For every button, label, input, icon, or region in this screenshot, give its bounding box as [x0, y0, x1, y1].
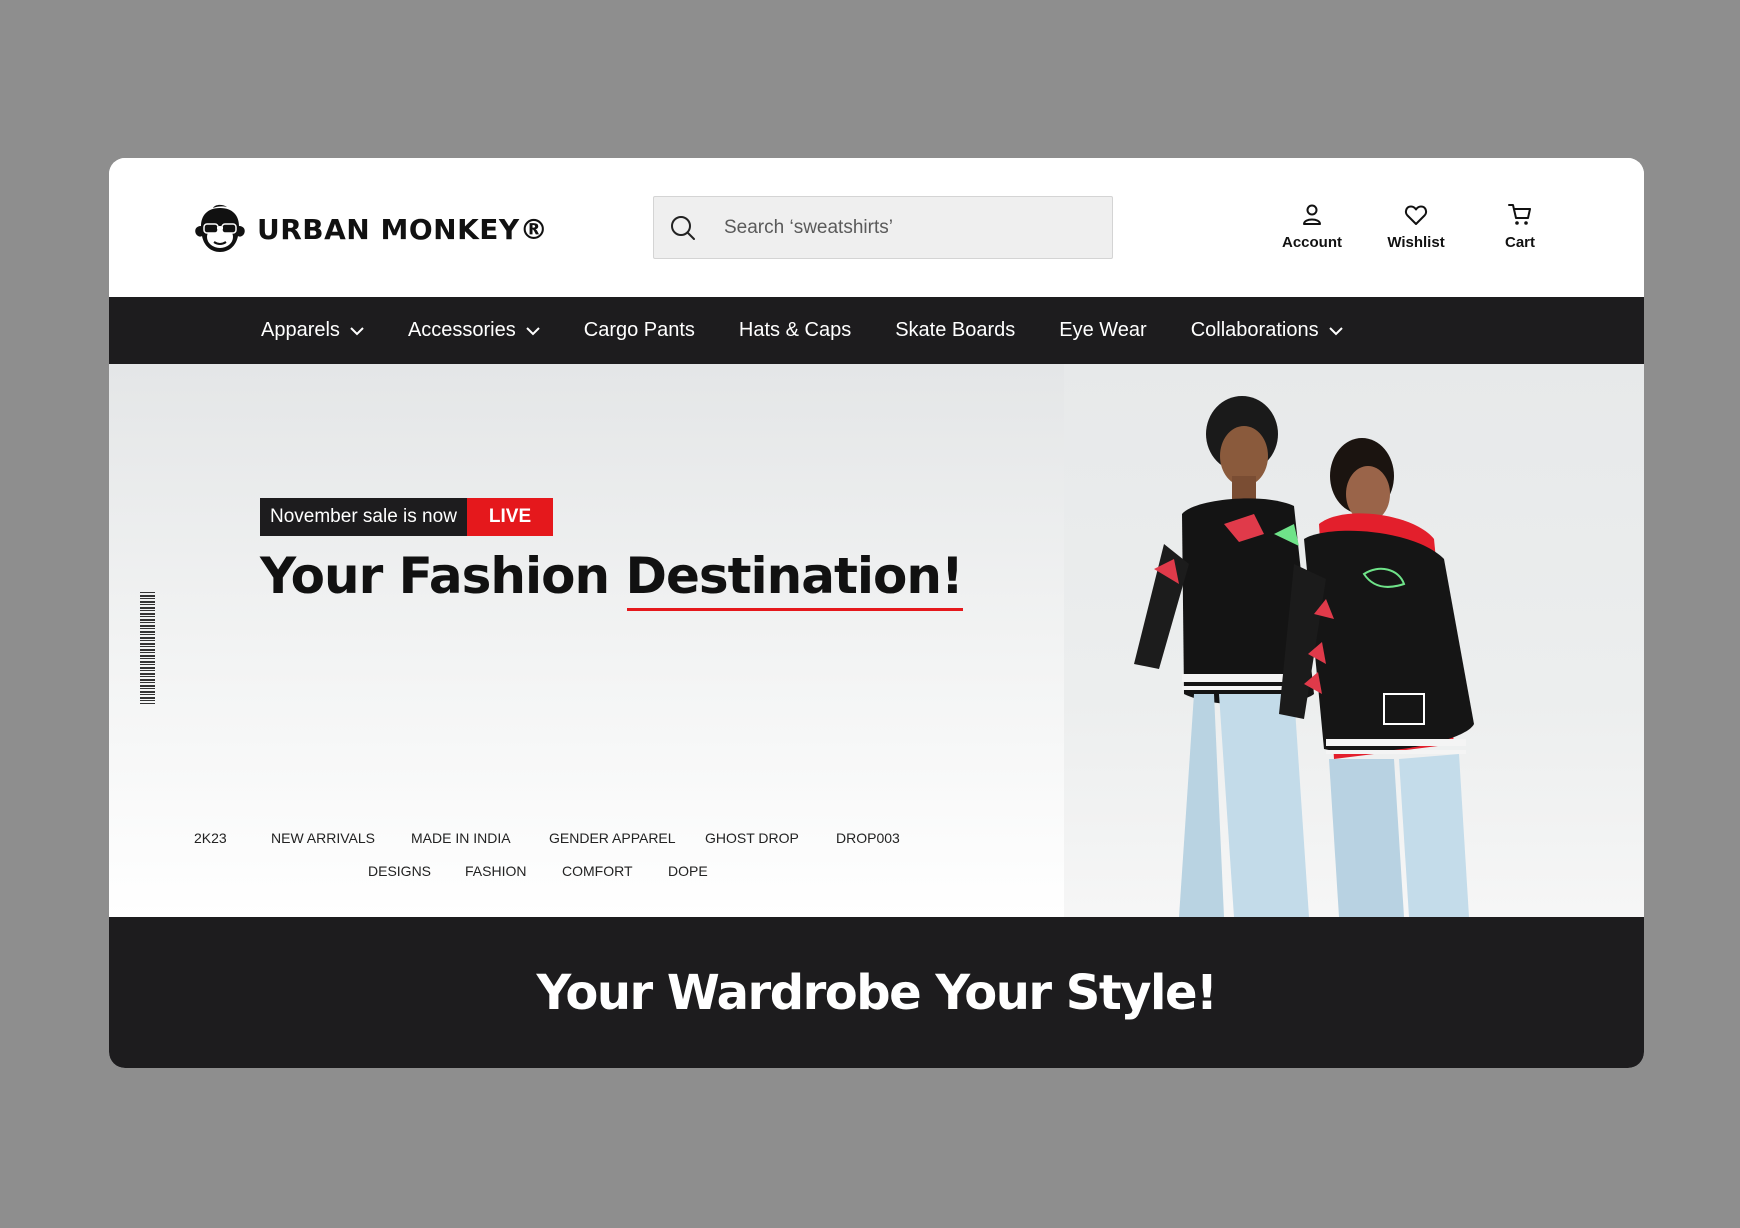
wishlist-label: Wishlist [1387, 234, 1445, 251]
nav-item-hats-caps[interactable]: Hats & Caps [739, 319, 851, 342]
hero-title: Your Fashion Destination! [260, 547, 964, 611]
brand-logo[interactable]: URBAN MONKEY® [193, 204, 548, 254]
nav-item-accessories[interactable]: Accessories [408, 319, 540, 342]
nav-item-eye-wear[interactable]: Eye Wear [1059, 319, 1146, 342]
hero-banner: November sale is now LIVE Your Fashion D… [109, 364, 1644, 917]
brand-name: URBAN MONKEY® [257, 212, 549, 246]
nav-item-apparels[interactable]: Apparels [261, 319, 364, 342]
chevron-down-icon [526, 326, 540, 335]
search-icon[interactable] [668, 213, 698, 243]
monkey-logo-icon [195, 204, 245, 252]
nav-item-label: Accessories [407, 319, 516, 341]
hero-title-bold: Destination! [625, 547, 964, 611]
sale-badge[interactable]: November sale is now LIVE [260, 498, 554, 536]
heart-icon [1404, 205, 1428, 225]
cart-label: Cart [1504, 234, 1535, 251]
tag-comfort[interactable]: COMFORT [562, 863, 633, 879]
band-title: Your Wardrobe Your Style! [536, 964, 1218, 1021]
tagline-band: Your Wardrobe Your Style! [109, 917, 1644, 1068]
hero-model-illustration [1134, 396, 1474, 917]
browser-frame: URBAN MONKEY® Account Wishlist [109, 158, 1644, 1068]
chevron-down-icon [1328, 326, 1343, 335]
chevron-down-icon [350, 326, 364, 335]
nav-item-skate-boards[interactable]: Skate Boards [895, 319, 1015, 342]
barcode-graphic [140, 592, 155, 704]
tag-designs[interactable]: DESIGNS [368, 863, 431, 879]
hero-title-regular: Your Fashion [260, 547, 626, 605]
nav-item-label: Hats & Caps [738, 319, 852, 341]
search-input[interactable] [724, 216, 1104, 239]
tag-fashion[interactable]: FASHION [465, 863, 526, 879]
tag-new-arrivals[interactable]: NEW ARRIVALS [271, 830, 375, 846]
cart-icon [1508, 204, 1531, 225]
tag-made-in-india[interactable]: MADE IN INDIA [411, 830, 511, 846]
nav-item-label: Cargo Pants [583, 319, 695, 341]
search-bar[interactable] [653, 196, 1113, 259]
nav-item-label: Apparels [261, 319, 340, 341]
tag-2k23[interactable]: 2K23 [194, 830, 227, 846]
account-label: Account [1282, 234, 1342, 251]
tag-ghost-drop[interactable]: GHOST DROP [705, 830, 799, 846]
nav-item-cargo-pants[interactable]: Cargo Pants [584, 319, 695, 342]
account-button[interactable]: Account [1280, 202, 1344, 251]
wishlist-button[interactable]: Wishlist [1384, 202, 1448, 251]
nav-item-collaborations[interactable]: Collaborations [1191, 319, 1343, 342]
sale-text: November sale is now [260, 498, 467, 536]
nav-item-label: Collaborations [1190, 319, 1319, 341]
nav-item-label: Skate Boards [895, 319, 1016, 341]
user-icon [1303, 204, 1321, 225]
tag-drop003[interactable]: DROP003 [836, 830, 900, 846]
nav-item-label: Eye Wear [1059, 319, 1147, 341]
live-badge: LIVE [466, 498, 554, 536]
header-actions: Account Wishlist Cart [1280, 202, 1552, 251]
tag-gender-apparel[interactable]: GENDER APPAREL [549, 830, 676, 846]
cart-button[interactable]: Cart [1488, 202, 1552, 251]
tag-dope[interactable]: DOPE [668, 863, 708, 879]
main-navigation: Apparels Accessories Cargo Pants Hats & … [109, 297, 1644, 364]
hero-model-photo [1064, 364, 1644, 917]
site-header: URBAN MONKEY® Account Wishlist [109, 158, 1644, 297]
